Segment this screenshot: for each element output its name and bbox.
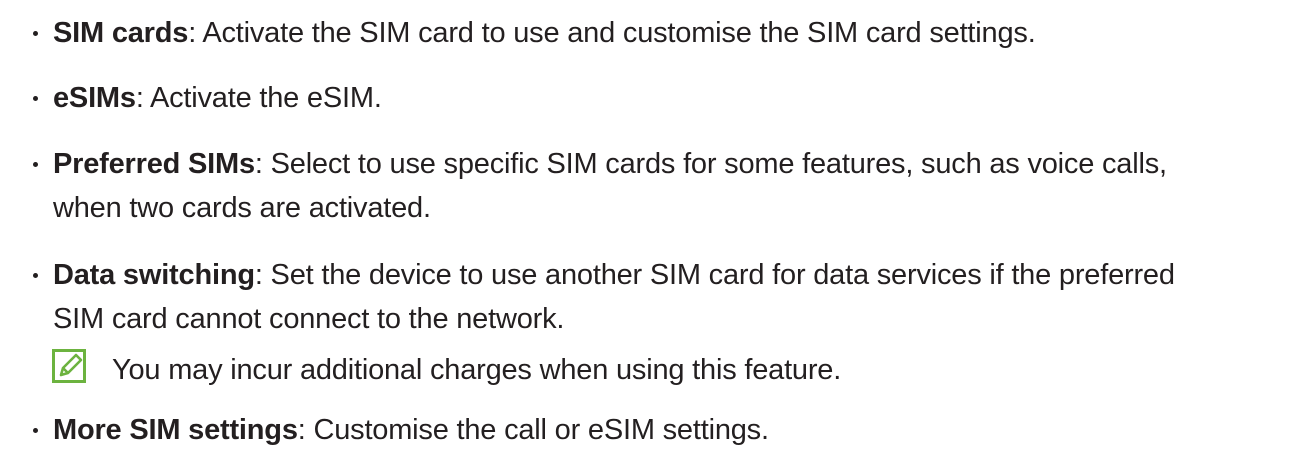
list-item-text: SIM cards: Activate the SIM card to use … [53, 11, 1308, 55]
list-item-line: SIM cards: Activate the SIM card to use … [53, 11, 1308, 55]
bullet-icon [33, 428, 41, 436]
list-item-text: More SIM settings: Customise the call or… [53, 408, 1308, 452]
settings-description-list: SIM cards: Activate the SIM card to use … [0, 0, 1312, 459]
list-item-text: Data switching: Set the device to use an… [53, 253, 1308, 341]
list-item-line: SIM card cannot connect to the network. [53, 303, 565, 335]
list-item-term: SIM cards [53, 17, 189, 49]
list-item-description: Set the device to use another SIM card f… [262, 259, 1175, 291]
term-separator: : [254, 259, 263, 291]
term-separator: : [135, 82, 144, 114]
bullet-icon [33, 273, 41, 281]
list-item-description: Activate the SIM card to use and customi… [196, 17, 1036, 49]
list-item-text: Preferred SIMs: Select to use specific S… [53, 142, 1308, 230]
list-item-line: More SIM settings: Customise the call or… [53, 408, 1308, 452]
term-separator: : [297, 414, 306, 446]
bullet-icon [33, 96, 41, 104]
list-item-line: when two cards are activated. [53, 192, 431, 224]
term-separator: : [188, 17, 197, 49]
list-item-text: eSIMs: Activate the eSIM. [53, 76, 1308, 120]
note-text: You may incur additional charges when us… [112, 354, 842, 386]
list-item-description: Activate the eSIM. [143, 82, 382, 114]
list-item-line: eSIMs: Activate the eSIM. [53, 76, 1308, 120]
list-item-line: Preferred SIMs: Select to use specific S… [53, 142, 1308, 186]
list-item-term: Preferred SIMs [53, 148, 255, 180]
term-separator: : [254, 148, 263, 180]
list-item-description: Customise the call or eSIM settings. [305, 414, 769, 446]
list-item-description: Select to use specific SIM cards for som… [262, 148, 1167, 180]
list-item-line: Data switching: Set the device to use an… [53, 253, 1308, 297]
note-pencil-icon [52, 349, 86, 383]
list-item-term: More SIM settings [53, 414, 298, 446]
bullet-icon [33, 162, 41, 170]
list-item-term: Data switching [53, 259, 255, 291]
list-item-term: eSIMs [53, 82, 136, 114]
bullet-icon [33, 31, 41, 39]
